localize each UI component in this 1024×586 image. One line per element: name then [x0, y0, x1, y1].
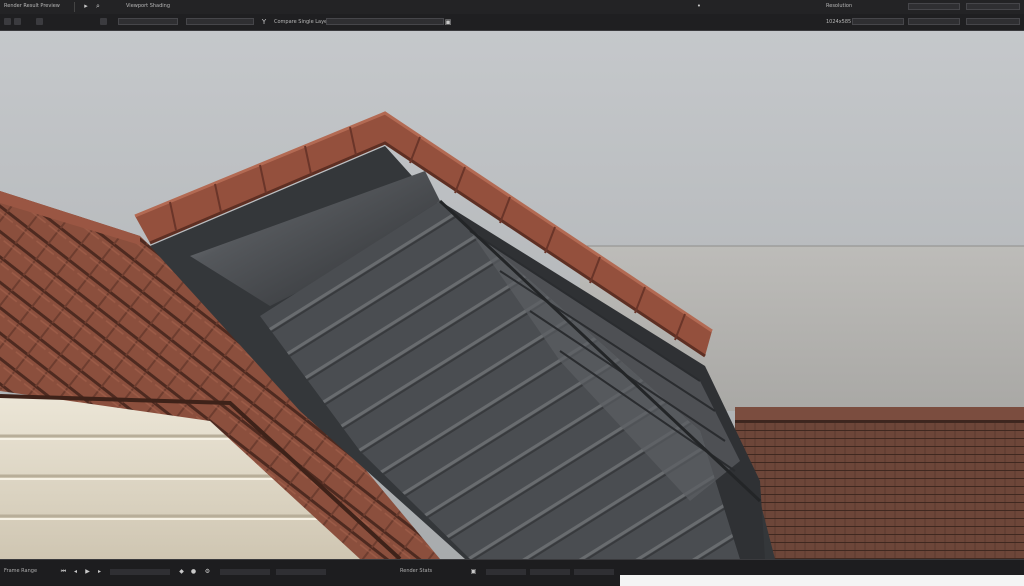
look-field[interactable]: [966, 18, 1020, 25]
resolution-label: Resolution: [826, 3, 853, 9]
size-readout: 1024x585: [826, 19, 852, 25]
compare-layer-label[interactable]: Compare Single Layer: [274, 19, 329, 25]
stats-field: [486, 569, 526, 575]
far-roof: [735, 409, 1024, 559]
slot-dropdown[interactable]: [118, 18, 178, 25]
view-button[interactable]: [4, 18, 11, 25]
play-icon[interactable]: ▶: [84, 568, 91, 575]
menu-label-mid[interactable]: Viewport Shading: [126, 3, 170, 9]
view-transform-field[interactable]: [908, 18, 960, 25]
toolbar-separator: [74, 2, 75, 12]
record-icon[interactable]: ●: [190, 568, 197, 575]
start-frame-field[interactable]: [220, 569, 270, 575]
brush-icon[interactable]: Y: [260, 18, 268, 26]
keyframe-icon[interactable]: ◆: [178, 568, 185, 575]
toolbar-row-secondary: Y Compare Single Layer ▣ 1024x585: [0, 14, 1024, 30]
cursor-indicator-icon: •: [696, 2, 702, 10]
timeline-controls: Frame Range ⏮ ◂ ▶ ▸ ◆ ● ⚙ Render Stats ▣: [0, 568, 620, 578]
image-button[interactable]: [100, 18, 107, 25]
jump-start-icon[interactable]: ⏮: [60, 568, 67, 575]
memory-field: [530, 569, 570, 575]
toolbar-row-main: Render Result Preview ▸ ⌕ Viewport Shadi…: [0, 0, 1024, 14]
camera-icon[interactable]: ▣: [444, 18, 452, 26]
menu-label-left[interactable]: Render Result Preview: [4, 3, 60, 9]
select-button[interactable]: [14, 18, 21, 25]
bottom-timeline-bar: Frame Range ⏮ ◂ ▶ ▸ ◆ ● ⚙ Render Stats ▣: [0, 559, 1024, 586]
render-image: [0, 31, 1024, 559]
gear-icon[interactable]: ⚙: [204, 568, 211, 575]
time-field: [574, 569, 614, 575]
status-strip: [620, 575, 1024, 586]
pointer-icon[interactable]: ▸: [82, 2, 90, 10]
render-stats-label: Render Stats: [400, 568, 433, 574]
step-back-icon[interactable]: ◂: [72, 568, 79, 575]
display-field[interactable]: [852, 18, 904, 25]
zoom-field[interactable]: [966, 3, 1020, 10]
camera-icon[interactable]: ▣: [470, 568, 477, 575]
resolution-field[interactable]: [908, 3, 960, 10]
search-icon[interactable]: ⌕: [94, 2, 102, 10]
step-forward-icon[interactable]: ▸: [96, 568, 103, 575]
pass-dropdown[interactable]: [326, 18, 444, 25]
top-toolbar: Render Result Preview ▸ ⌕ Viewport Shadi…: [0, 0, 1024, 31]
render-viewport[interactable]: [0, 31, 1024, 559]
layer-dropdown[interactable]: [186, 18, 254, 25]
frame-range-label: Frame Range: [4, 568, 38, 574]
add-button[interactable]: [36, 18, 43, 25]
end-frame-field[interactable]: [276, 569, 326, 575]
frame-field[interactable]: [110, 569, 170, 575]
